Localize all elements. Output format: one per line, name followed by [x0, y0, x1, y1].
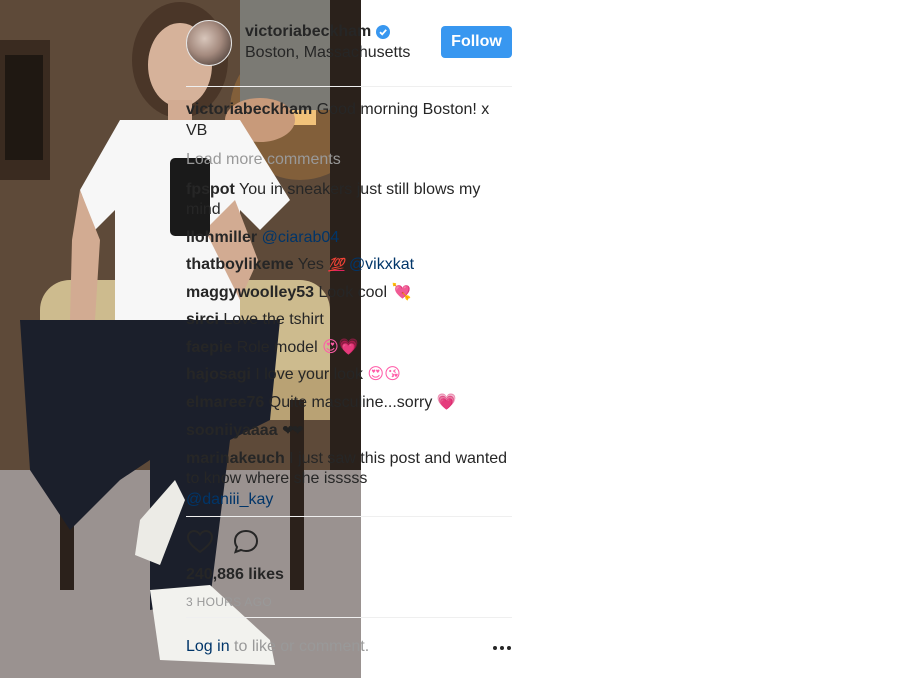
comment-username[interactable]: fpspot [186, 181, 235, 198]
follow-button[interactable]: Follow [441, 26, 512, 58]
post-footer: Log in to like or comment. [186, 638, 512, 660]
comment-username[interactable]: llohmiller [186, 229, 257, 246]
comment-mention[interactable]: @vikxkat [349, 256, 414, 273]
likes-count[interactable]: 240,886 likes [186, 566, 284, 584]
comment-item: hajosagi I love your look 😍😘 [186, 365, 512, 386]
comment-username[interactable]: maggywoolley53 [186, 284, 314, 301]
username-link[interactable]: victoriabeckham [245, 23, 371, 41]
heart-icon[interactable] [186, 528, 214, 556]
more-options-icon[interactable] [492, 640, 512, 656]
comment-text: Yes [297, 256, 329, 273]
verified-badge-icon [376, 25, 391, 39]
comment-text: Love the tshirt [223, 311, 324, 328]
avatar[interactable] [186, 20, 232, 66]
comment-text: Quite masculine...sorry [268, 393, 437, 411]
dot [507, 646, 511, 650]
emoji-group: 😍😘 [367, 366, 401, 383]
header-divider [186, 86, 512, 87]
emoji-group: 😍💗 [322, 338, 359, 356]
black-hearts-emoji: ❤❤ [282, 422, 304, 438]
comment-username[interactable]: faepie [186, 339, 232, 356]
comment-username[interactable]: hajosagi [186, 366, 251, 383]
comment-username[interactable]: sirci [186, 311, 219, 328]
login-suffix-text: to like or comment. [229, 638, 370, 655]
post-header: victoriabeckham Boston, Massachusetts Fo… [186, 20, 512, 68]
comment-bubble-icon[interactable] [232, 528, 260, 556]
comment-mention[interactable]: @ciarab04 [262, 229, 340, 246]
caption-username[interactable]: victoriabeckham [186, 101, 312, 118]
hundred-points-emoji: 💯 [328, 257, 345, 272]
comment-text: I love your look [255, 366, 368, 383]
location-link[interactable]: Boston, Massachusetts [245, 44, 410, 62]
comment-item: thatboylikeme Yes 💯 @vikxkat [186, 255, 512, 276]
comment-item: faepie Role model 😍💗 [186, 338, 512, 359]
comment-text: Look cool [318, 283, 392, 301]
comment-text: Role model [236, 338, 323, 356]
comment-username[interactable]: thatboylikeme [186, 256, 294, 273]
dot [500, 646, 504, 650]
comment-item: sooniiyaaaa ❤❤ [186, 420, 512, 442]
comment-username[interactable]: sooniiyaaaa [186, 422, 278, 439]
comment-username[interactable]: elmaree76 [186, 394, 264, 411]
comment-item: marinakeuch I just saw this post and wan… [186, 449, 512, 511]
footer-divider [186, 617, 512, 618]
comment-item: elmaree76 Quite masculine...sorry 💗 [186, 393, 512, 414]
post-actions [186, 528, 512, 558]
comments-section: victoriabeckham Good morning Boston! x V… [186, 100, 512, 517]
comment-item: fpspot You in sneakers just still blows … [186, 180, 512, 221]
actions-divider [186, 516, 512, 517]
load-more-comments-link[interactable]: Load more comments [186, 150, 512, 171]
comment-item: llohmiller @ciarab04 [186, 228, 512, 249]
comment-item: maggywoolley53 Look cool 💘 [186, 283, 512, 304]
comment-item: sirci Love the tshirt [186, 310, 512, 331]
login-link[interactable]: Log in [186, 638, 230, 655]
dot [493, 646, 497, 650]
username-row: victoriabeckham [245, 23, 391, 41]
comment-mention[interactable]: @daniii_kay [186, 491, 273, 508]
heart-arrow-emoji: 💘 [391, 283, 412, 301]
pink-heart-emoji: 💗 [436, 393, 457, 411]
post-caption: victoriabeckham Good morning Boston! x V… [186, 100, 512, 141]
post-timestamp[interactable]: 3 HOURS AGO [186, 595, 272, 609]
comment-username[interactable]: marinakeuch [186, 450, 285, 467]
